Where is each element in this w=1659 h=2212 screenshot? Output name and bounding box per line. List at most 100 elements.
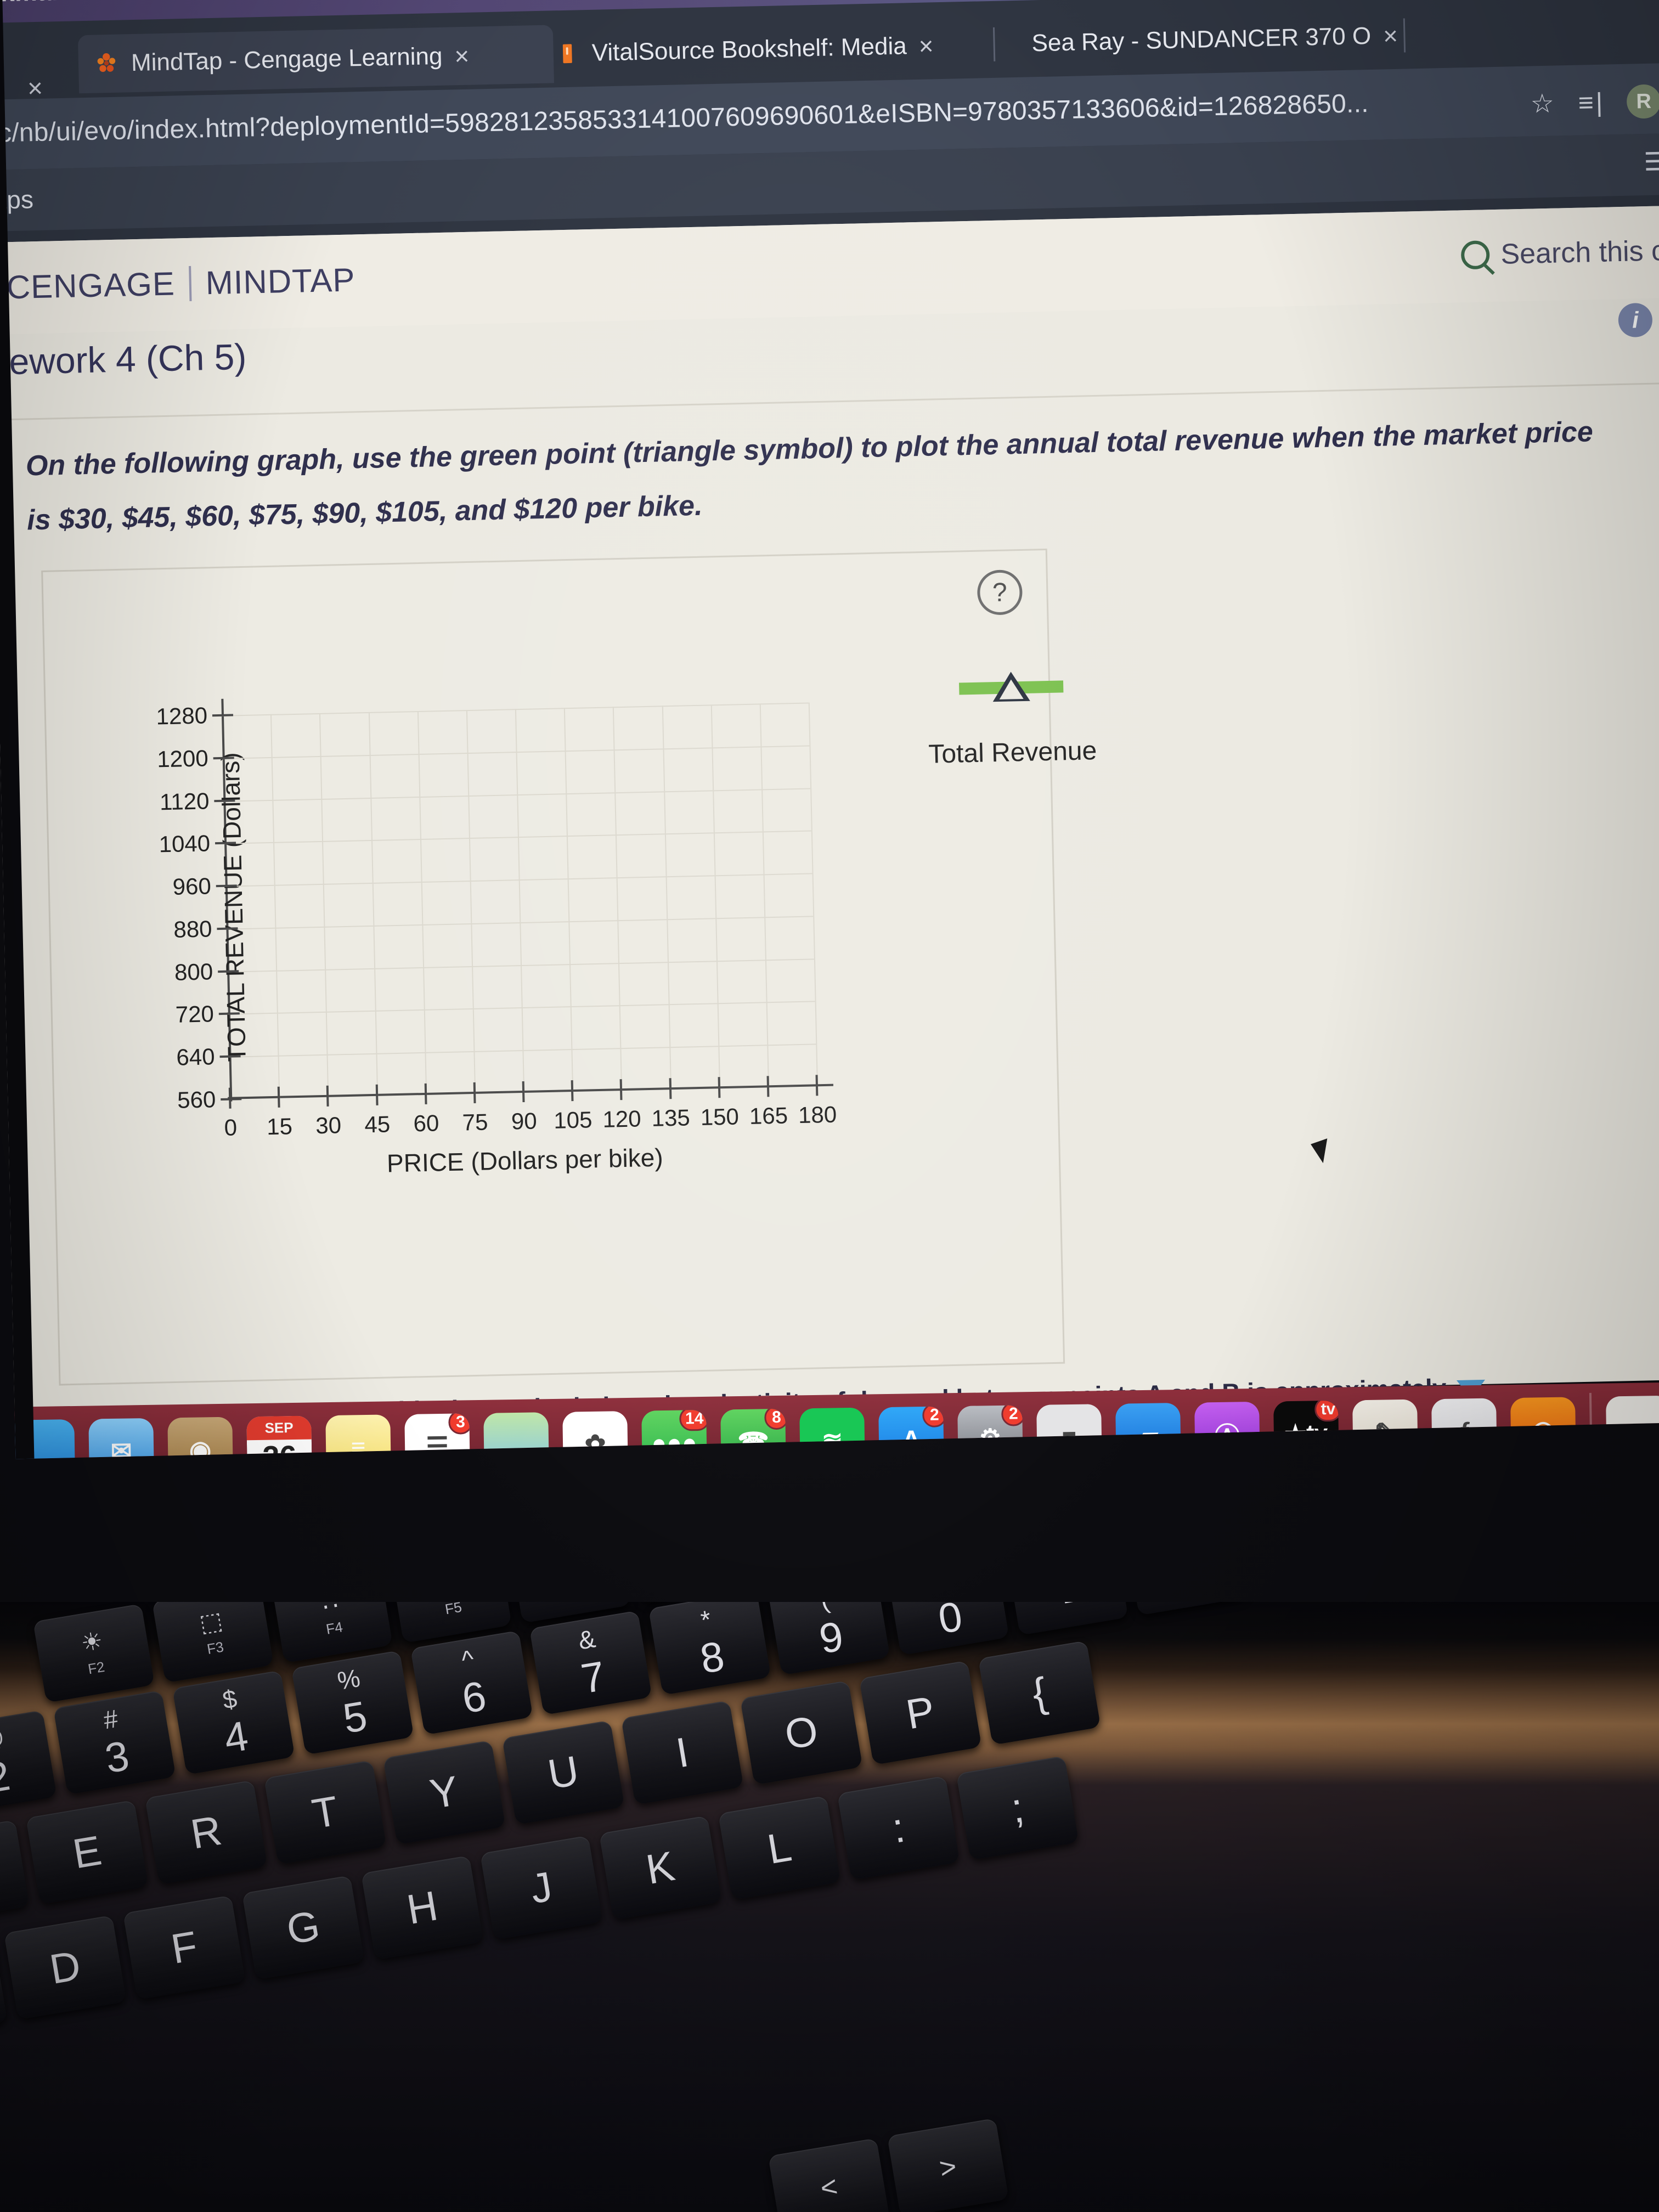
key-P[interactable]: P xyxy=(859,1660,982,1765)
key-H[interactable]: H xyxy=(360,1855,484,1960)
chart-plot-area[interactable]: TOTAL REVENUE (Dollars) PRICE (Dollars p… xyxy=(156,698,837,1177)
key-letter: P xyxy=(902,1687,938,1739)
menu-bookmarks[interactable]: Bookmarks xyxy=(0,0,91,8)
dock-item-photos[interactable]: ✿ xyxy=(562,1410,628,1459)
graph-card[interactable]: ? TOTAL REVENUE (Dollars) PRICE (Dollars… xyxy=(41,548,1097,1386)
tab-mindtap[interactable]: MindTap - Cengage Learning × xyxy=(77,25,554,94)
dock-item-mail[interactable]: ✉ xyxy=(88,1418,155,1459)
profile-avatar[interactable]: R xyxy=(1626,84,1659,119)
key-E[interactable]: E xyxy=(25,1799,149,1905)
dock-item-notes[interactable]: ≡ xyxy=(325,1414,391,1459)
dock-item-app-store[interactable]: A2 xyxy=(878,1406,944,1459)
key-symbol: < xyxy=(818,2170,840,2205)
x-tick xyxy=(718,1077,721,1098)
dock-item-spotify[interactable]: ≋ xyxy=(799,1407,865,1459)
key-letter: ; xyxy=(1008,1784,1028,1832)
key-9[interactable]: (9 xyxy=(767,1602,890,1675)
mission-control-key[interactable]: ⬚ F3 xyxy=(151,1602,274,1683)
key-:[interactable]: : xyxy=(837,1775,960,1881)
key-letter: { xyxy=(1029,1668,1051,1717)
star-icon[interactable]: ☆ xyxy=(1530,88,1554,120)
key--[interactable]: —- xyxy=(1005,1602,1128,1636)
dock-item-roblox[interactable]: ■ xyxy=(1036,1404,1102,1459)
key-digit: 8 xyxy=(697,1632,728,1683)
tab-close-searay[interactable]: × xyxy=(1383,21,1398,51)
menu-bar-items[interactable]: Bookmarks Profiles Tab Window Help xyxy=(0,0,592,8)
gridline-vertical xyxy=(662,706,672,1090)
key-G[interactable]: G xyxy=(241,1875,365,1980)
menu-tab[interactable]: Tab xyxy=(290,0,334,1)
x-tick-label: 135 xyxy=(651,1104,691,1131)
key-O[interactable]: O xyxy=(740,1680,863,1785)
keyboard-letter-row-3[interactable]: < > xyxy=(768,2118,1009,2212)
key-J[interactable]: J xyxy=(479,1835,603,1940)
course-search[interactable]: Search this cour xyxy=(1460,234,1659,272)
key-L[interactable]: L xyxy=(718,1795,841,1900)
sidebar-icon[interactable]: ☰ xyxy=(1644,146,1659,177)
key-D[interactable]: D xyxy=(3,1915,127,2020)
tab-close-mindtap[interactable]: × xyxy=(454,41,470,71)
key-letter: Y xyxy=(426,1767,462,1818)
key-{[interactable]: { xyxy=(978,1640,1101,1746)
key-0[interactable]: )0 xyxy=(886,1602,1009,1656)
x-tick-label: 105 xyxy=(553,1107,592,1133)
key-F[interactable]: F xyxy=(122,1895,246,2000)
key-=[interactable]: += xyxy=(1124,1602,1248,1616)
key-8[interactable]: * 8 xyxy=(648,1602,771,1695)
key-2[interactable]: @2 xyxy=(0,1709,57,1815)
dock-item-system-settings[interactable]: ⚙ 2 xyxy=(957,1405,1023,1459)
key->[interactable]: > xyxy=(887,2118,1009,2212)
key-<[interactable]: < xyxy=(768,2137,890,2212)
key-I[interactable]: I xyxy=(620,1700,744,1805)
key-symbol: $ xyxy=(220,1684,239,1714)
x-tick-label: 150 xyxy=(700,1103,740,1130)
gridline-vertical xyxy=(710,704,720,1089)
key-symbol: * xyxy=(698,1604,713,1634)
dock-item-pages[interactable]: ✎ xyxy=(1352,1399,1418,1459)
x-tick xyxy=(522,1081,525,1103)
key-T[interactable]: T xyxy=(263,1760,387,1865)
legend-label: Total Revenue xyxy=(928,736,1097,769)
x-tick-label: 180 xyxy=(798,1101,837,1128)
mouse-cursor xyxy=(1311,1138,1335,1165)
info-icon[interactable]: i xyxy=(1618,302,1653,338)
x-tick-label: 60 xyxy=(413,1110,439,1137)
key-4[interactable]: $4 xyxy=(172,1670,295,1775)
dock-item-zoom[interactable]: ▰ xyxy=(1115,1403,1181,1459)
dock-item-contacts[interactable]: ◉ xyxy=(167,1417,234,1459)
cengage-mindtap-logo[interactable]: CENGAGE MINDTAP xyxy=(0,261,356,307)
key-R[interactable]: R xyxy=(144,1780,268,1885)
key-digit: 3 xyxy=(101,1732,133,1782)
tab-title-searay: Sea Ray - SUNDANCER 370 O xyxy=(1031,22,1372,57)
menu-profiles[interactable]: Profiles xyxy=(143,0,238,4)
key-;[interactable]: ; xyxy=(956,1756,1079,1861)
key-U[interactable]: U xyxy=(501,1720,625,1825)
key-7[interactable]: & 7 xyxy=(529,1610,652,1716)
tab-vitalsource[interactable]: VitalSource Bookshelf: Media × xyxy=(539,15,988,83)
dock-item-messages[interactable]: ●●● 14 xyxy=(641,1409,707,1459)
reading-list-icon[interactable]: ≡ | xyxy=(1578,87,1603,118)
address-bar-actions: ☆ ≡ | R xyxy=(1530,84,1659,121)
tab-close-vitalsource[interactable]: × xyxy=(918,31,934,61)
dock-item-freeform[interactable]: ƒ xyxy=(1431,1398,1497,1459)
key-Y[interactable]: Y xyxy=(382,1740,506,1845)
key-K[interactable]: K xyxy=(599,1815,722,1920)
gridline-vertical xyxy=(613,707,623,1091)
tab-searay[interactable]: Sea Ray - SUNDANCER 370 O × xyxy=(1015,5,1442,73)
dock-item-reminders[interactable]: ☰ 3 xyxy=(404,1413,470,1459)
key-3[interactable]: #3 xyxy=(53,1690,176,1795)
key-5[interactable]: % 5 xyxy=(291,1650,414,1755)
dock-item-apple-tv[interactable]: ★tv tv xyxy=(1273,1400,1339,1459)
brightness-up-key[interactable]: ☀ F2 xyxy=(33,1603,155,1703)
dock-item-maps[interactable] xyxy=(483,1412,549,1459)
help-icon[interactable]: ? xyxy=(977,569,1023,616)
dock-item-firefox[interactable]: ◎ xyxy=(1510,1397,1576,1459)
dock-item-calendar[interactable]: SEP 26 xyxy=(246,1415,313,1459)
url-text[interactable]: atic/nb/ui/evo/index.html?deploymentId=5… xyxy=(0,88,1369,149)
key-letter: K xyxy=(642,1842,678,1893)
key-6[interactable]: ^ 6 xyxy=(410,1630,533,1735)
dock-item-podcasts[interactable]: Ⓐ xyxy=(1194,1401,1260,1459)
dock-item-facetime[interactable]: ☎ 8 xyxy=(720,1408,786,1459)
key-W[interactable]: W xyxy=(0,1819,30,1925)
dock-item-document-window[interactable]: ≡ xyxy=(1605,1395,1659,1459)
